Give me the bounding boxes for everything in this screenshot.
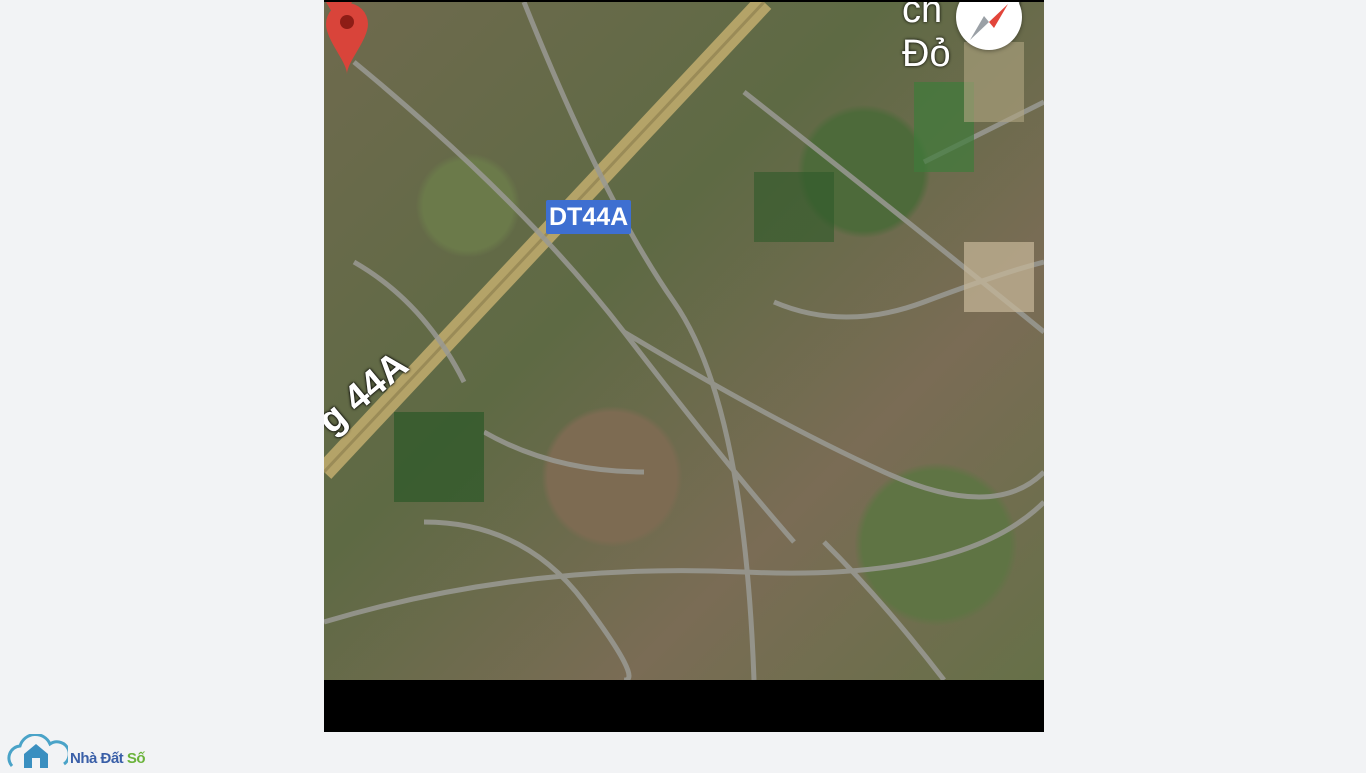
compass-needle-icon <box>970 4 1008 40</box>
letterbox-bar <box>324 680 1044 732</box>
brand-name: Nhà Đất Số <box>70 750 146 767</box>
house-cloud-logo-icon <box>7 733 71 768</box>
route-badge: DT44A <box>546 200 632 234</box>
road-network <box>324 2 1044 680</box>
location-pin-icon[interactable] <box>324 2 370 74</box>
compass-button[interactable] <box>956 2 1022 50</box>
image-viewer: DT44A g 44A ch H Đỏ <box>324 0 1044 732</box>
brand-logo[interactable]: Nhà Đất Số <box>6 733 166 768</box>
satellite-map[interactable]: DT44A g 44A ch H Đỏ <box>324 2 1044 680</box>
